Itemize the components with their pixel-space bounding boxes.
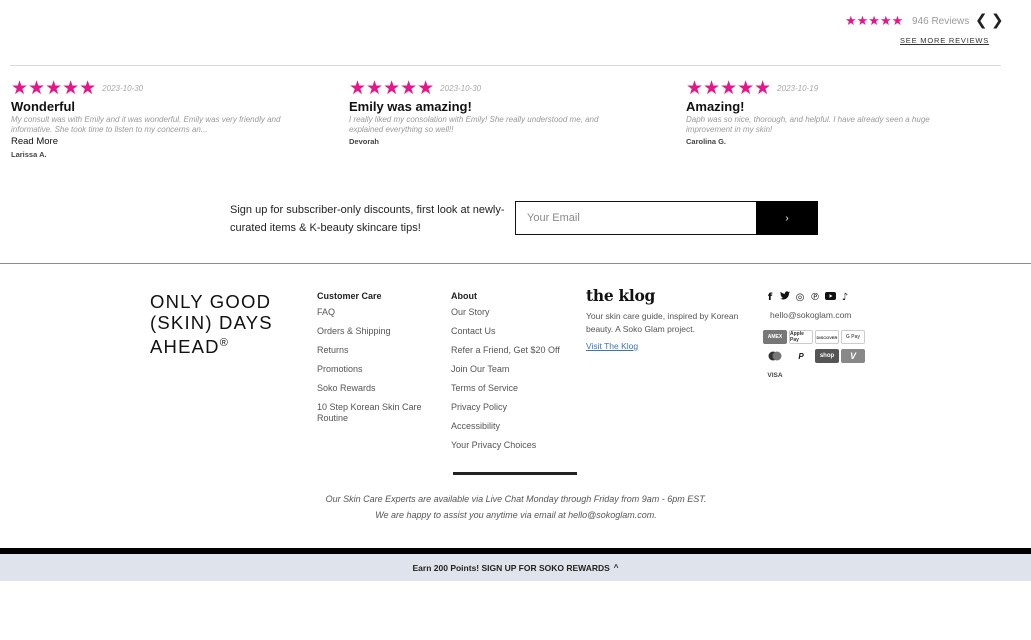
brand-tagline-text: ONLY GOOD (SKIN) DAYS AHEAD [150,291,273,358]
customer-care-column: Customer Care FAQ Orders & Shipping Retu… [317,291,437,432]
review-date: 2023-10-30 [440,84,482,93]
venmo-icon: V [841,349,865,363]
apple-pay-icon: Apple Pay [789,330,813,344]
review-body: I really liked my consolation with Emily… [349,115,599,134]
tiktok-icon[interactable]: ♪ [840,292,850,303]
review-rating-stars: ★★★★★ [11,77,97,99]
footer-link-skin-care-routine[interactable]: 10 Step Korean Skin Care Routine [317,402,437,424]
paypal-icon: P [789,349,813,363]
decorative-bar [453,472,577,475]
review-author: Devorah [349,137,380,146]
footer-link-our-story[interactable]: Our Story [451,307,576,318]
google-pay-icon: G Pay [841,330,865,344]
footer-link-accessibility[interactable]: Accessibility [451,421,576,432]
instagram-icon[interactable]: ◎ [795,292,805,303]
expert-availability-text: Our Skin Care Experts are available via … [320,492,712,523]
visit-klog-link[interactable]: Visit The Klog [586,341,638,351]
payment-methods: AMEX Apple Pay DISCOVER G Pay P shop V V… [763,330,868,382]
column-heading: About [451,291,477,301]
review-body: My consult was with Emily and it was won… [11,115,281,134]
mastercard-icon [763,349,787,363]
footer-link-contact-us[interactable]: Contact Us [451,326,576,337]
contact-email[interactable]: hello@sokoglam.com [770,310,851,320]
review-title: Wonderful [11,99,76,114]
footer-link-privacy-choices[interactable]: Your Privacy Choices [451,440,576,451]
brand-tagline: ONLY GOOD (SKIN) DAYS AHEAD® [150,291,300,357]
prev-arrow-icon[interactable]: ❮ [975,11,988,29]
rewards-bar-text: Earn 200 Points! SIGN UP FOR SOKO REWARD… [412,562,610,573]
footer-link-soko-rewards[interactable]: Soko Rewards [317,383,437,394]
review-body: Daph was so nice, thorough, and helpful.… [686,115,930,134]
summary-review-count: 946 Reviews [912,16,970,27]
twitter-icon[interactable] [780,291,790,303]
review-date: 2023-10-30 [102,84,144,93]
amex-icon: AMEX [763,330,787,344]
review-card: ★★★★★ 2023-10-19 Amazing! Daph was so nic… [686,77,966,147]
review-card: ★★★★★ 2023-10-30 Emily was amazing! I rea… [349,77,629,147]
footer-link-join-team[interactable]: Join Our Team [451,364,576,375]
footer-link-returns[interactable]: Returns [317,345,437,356]
rewards-signup-bar[interactable]: Earn 200 Points! SIGN UP FOR SOKO REWARD… [0,554,1031,581]
footer-link-privacy-policy[interactable]: Privacy Policy [451,402,576,413]
divider [10,65,1001,66]
footer-link-refer-friend[interactable]: Refer a Friend, Get $20 Off [451,345,576,356]
chevron-up-icon: ^ [613,563,619,572]
review-date: 2023-10-19 [777,84,819,93]
divider [0,263,1031,264]
next-arrow-icon[interactable]: ❯ [991,11,1004,29]
review-title: Emily was amazing! [349,99,472,114]
youtube-icon[interactable] [825,291,836,303]
klog-description: Your skin care guide, inspired by Korean… [586,311,739,334]
review-rating-stars: ★★★★★ [349,77,435,99]
discover-icon: DISCOVER [815,330,839,344]
footer-link-faq[interactable]: FAQ [317,307,437,318]
social-links: f ◎ ℗ ♪ [765,291,850,303]
review-card: ★★★★★ 2023-10-30 Wonderful My consult was… [11,77,291,160]
visa-icon: VISA [763,368,787,382]
footer-link-orders-shipping[interactable]: Orders & Shipping [317,326,437,337]
summary-rating-stars: ★★★★★ [845,14,904,29]
review-rating-stars: ★★★★★ [686,77,772,99]
expert-text-line2: We are happy to assist you anytime via e… [375,509,657,520]
footer-link-terms[interactable]: Terms of Service [451,383,576,394]
email-submit-button[interactable]: › [756,201,818,235]
footer-link-promotions[interactable]: Promotions [317,364,437,375]
facebook-icon[interactable]: f [765,292,775,303]
klog-column: the klog Your skin care guide, inspired … [586,286,756,354]
klog-logo[interactable]: the klog [586,286,756,305]
email-input[interactable] [515,201,757,235]
about-column: About Our Story Contact Us Refer a Frien… [451,291,576,459]
review-author: Larissa A. [11,150,47,159]
column-heading: Customer Care [317,291,382,301]
shop-pay-icon: shop [815,349,839,363]
review-author: Carolina G. [686,137,727,146]
read-more-link[interactable]: Read More [11,136,291,147]
signup-text: Sign up for subscriber-only discounts, f… [230,204,505,234]
pinterest-icon[interactable]: ℗ [810,292,820,303]
review-title: Amazing! [686,99,745,114]
expert-text-line1: Our Skin Care Experts are available via … [325,494,707,504]
see-more-reviews-link[interactable]: SEE MORE REVIEWS [900,36,989,45]
registered-mark: ® [219,337,230,349]
